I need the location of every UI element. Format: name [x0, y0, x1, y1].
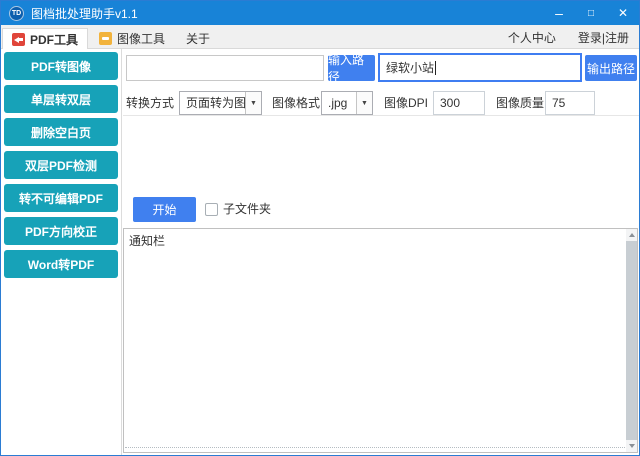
output-path-value: 绿软小站: [386, 59, 434, 76]
convert-mode-value: 页面转为图像: [180, 92, 245, 114]
sidebar-item-pdf-orientation-fix[interactable]: PDF方向校正: [4, 217, 118, 245]
window-title: 图档批处理助手v1.1: [31, 5, 138, 22]
image-format-dropdown[interactable]: .jpg ▼: [321, 91, 373, 115]
pdf-file-icon: [12, 33, 25, 46]
image-quality-label: 图像质量: [496, 91, 544, 115]
tab-label: PDF工具: [30, 31, 78, 48]
scroll-down-icon[interactable]: [626, 440, 637, 452]
output-path-button[interactable]: 输出路径: [585, 55, 637, 81]
tab-label: 关于: [186, 30, 210, 47]
sidebar-item-delete-blank-pages[interactable]: 删除空白页: [4, 118, 118, 146]
close-button[interactable]: ✕: [607, 1, 639, 25]
tab-image-tools[interactable]: 图像工具: [89, 28, 175, 48]
sidebar-item-dual-layer-pdf-detect[interactable]: 双层PDF检测: [4, 151, 118, 179]
input-path-field[interactable]: [126, 55, 324, 81]
image-format-label: 图像格式: [272, 91, 320, 115]
tab-bar: PDF工具 图像工具 关于 个人中心 登录|注册: [1, 25, 639, 49]
chevron-down-icon[interactable]: ▼: [356, 92, 372, 114]
tab-about[interactable]: 关于: [176, 28, 220, 48]
account-links: 个人中心 登录|注册: [508, 28, 629, 48]
image-format-value: .jpg: [322, 92, 356, 114]
input-path-button[interactable]: 输入路径: [328, 55, 375, 81]
window-controls: – □ ✕: [543, 1, 639, 25]
tab-label: 图像工具: [117, 30, 165, 47]
section-divider: [123, 115, 639, 116]
text-cursor: [435, 61, 436, 75]
subfolder-label: 子文件夹: [223, 197, 271, 222]
image-quality-field[interactable]: 75: [545, 91, 595, 115]
notification-area[interactable]: 通知栏: [123, 228, 638, 453]
sidebar-item-single-to-dual-layer[interactable]: 单层转双层: [4, 85, 118, 113]
scroll-up-icon[interactable]: [626, 229, 637, 241]
horizontal-scrollbar[interactable]: [125, 447, 625, 451]
subfolder-checkbox[interactable]: [205, 203, 218, 216]
sidebar-item-word-to-pdf[interactable]: Word转PDF: [4, 250, 118, 278]
vertical-scrollbar[interactable]: [626, 229, 637, 452]
minimize-button[interactable]: –: [543, 1, 575, 25]
convert-mode-label: 转换方式: [126, 91, 174, 115]
image-dpi-field[interactable]: 300: [433, 91, 485, 115]
notification-text: 通知栏: [129, 232, 165, 249]
app-icon: TD: [9, 6, 24, 21]
start-button[interactable]: 开始: [133, 197, 196, 222]
sidebar-item-pdf-to-image[interactable]: PDF转图像: [4, 52, 118, 80]
image-dpi-label: 图像DPI: [384, 91, 428, 115]
maximize-button[interactable]: □: [575, 1, 607, 25]
output-path-field[interactable]: 绿软小站: [378, 53, 582, 82]
app-window: TD 图档批处理助手v1.1 – □ ✕ PDF工具 图像工具 关于 个人中心 …: [0, 0, 640, 456]
chevron-down-icon[interactable]: ▼: [245, 92, 261, 114]
login-register-link[interactable]: 登录|注册: [578, 28, 629, 48]
sidebar-item-to-noneditable-pdf[interactable]: 转不可编辑PDF: [4, 184, 118, 212]
sidebar: PDF转图像 单层转双层 删除空白页 双层PDF检测 转不可编辑PDF PDF方…: [1, 49, 122, 455]
personal-center-link[interactable]: 个人中心: [508, 28, 556, 48]
image-file-icon: [99, 32, 112, 45]
titlebar: TD 图档批处理助手v1.1 – □ ✕: [1, 1, 639, 25]
convert-mode-dropdown[interactable]: 页面转为图像 ▼: [179, 91, 262, 115]
tab-pdf-tools[interactable]: PDF工具: [2, 28, 88, 49]
